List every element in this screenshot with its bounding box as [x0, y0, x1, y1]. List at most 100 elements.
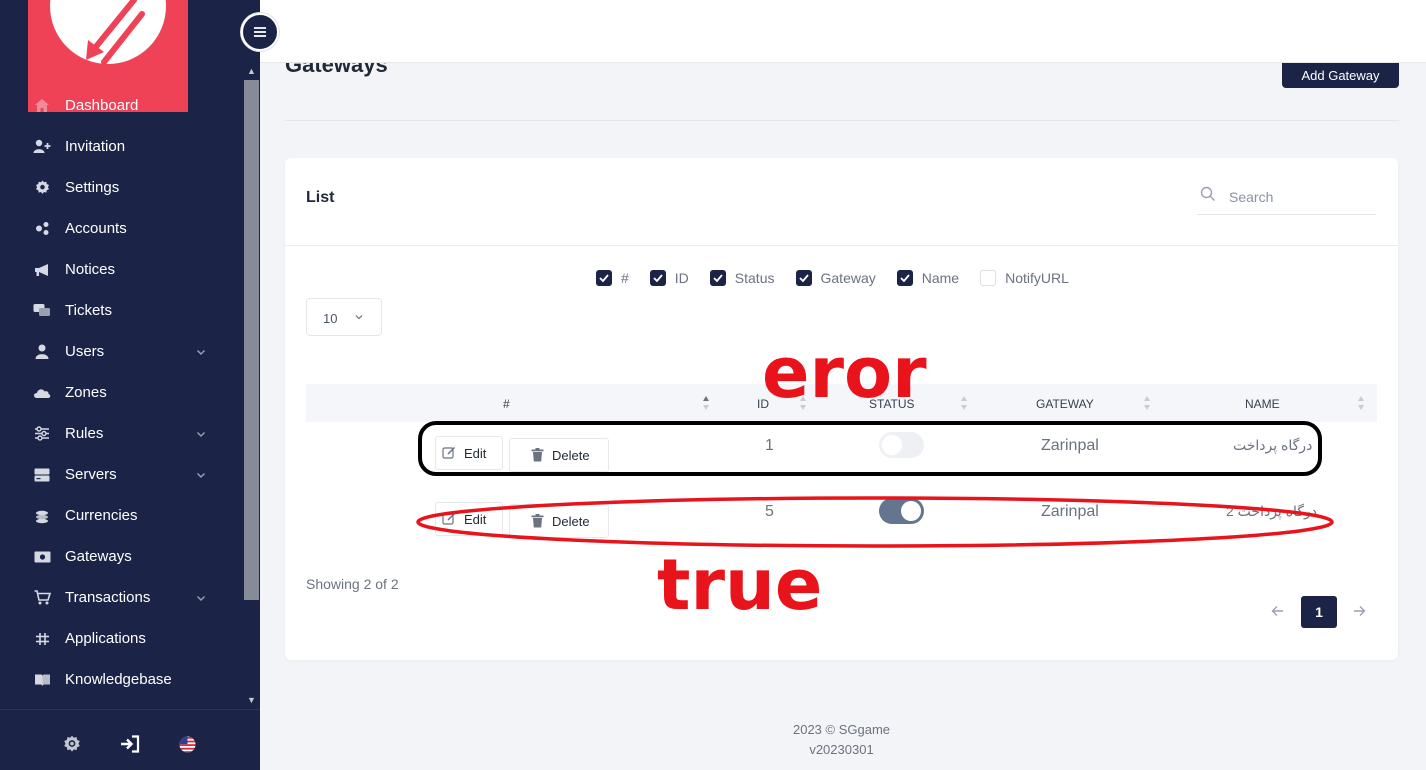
sidebar-item-label: Servers: [65, 466, 117, 483]
gear-icon: [33, 179, 51, 197]
column-toggles: # ID Status Gateway Name NotifyURL: [596, 268, 1090, 288]
delete-label: Delete: [552, 447, 590, 463]
sidebar-item-applications[interactable]: Applications: [0, 618, 243, 659]
column-toggle-label: Name: [921, 270, 960, 286]
check-icon: [599, 274, 609, 282]
sidebar-item-label: Notices: [65, 261, 116, 278]
cell-id: 5: [765, 503, 774, 520]
sidebar-item-zones[interactable]: Zones: [0, 372, 243, 413]
sidebar-item-label: Transactions: [65, 589, 151, 606]
sidebar-item-label: Tickets: [65, 302, 112, 319]
page-button-current[interactable]: 1: [1301, 596, 1337, 628]
scroll-up-arrow-icon[interactable]: ▲: [244, 63, 259, 79]
scroll-down-arrow-icon[interactable]: ▼: [244, 692, 259, 708]
sidebar-item-users[interactable]: Users: [0, 331, 243, 372]
us-flag-icon[interactable]: [179, 736, 196, 753]
column-header-gateway[interactable]: GATEWAY: [1036, 397, 1094, 411]
search-input[interactable]: [1229, 184, 1374, 210]
checkbox-checked[interactable]: [649, 270, 666, 286]
arrow-left-icon[interactable]: [1271, 604, 1285, 618]
footer-version: v20230301: [809, 742, 874, 757]
book-icon: [33, 671, 51, 689]
switch-knob: [901, 501, 921, 521]
sidebar-item-transactions[interactable]: Transactions: [0, 577, 243, 618]
column-toggle-name[interactable]: Name: [896, 270, 960, 286]
column-toggle-label: NotifyURL: [1005, 270, 1069, 286]
search-box: [1197, 182, 1376, 215]
status-switch-on[interactable]: [879, 498, 924, 524]
card-header: List: [285, 158, 1398, 246]
sidebar-item-label: Dashboard: [65, 97, 139, 114]
accounts-icon: [33, 220, 51, 238]
sidebar-item-gateways[interactable]: Gateways: [0, 536, 243, 577]
edit-icon: [442, 512, 456, 525]
delete-button[interactable]: Delete: [509, 438, 609, 472]
column-toggle-status[interactable]: Status: [709, 270, 775, 286]
card-title: List: [306, 189, 335, 206]
showing-count: Showing 2 of 2: [306, 576, 399, 592]
checkbox-unchecked[interactable]: [980, 270, 997, 286]
chevron-down-icon[interactable]: [194, 345, 208, 359]
column-toggle-gateway[interactable]: Gateway: [795, 270, 876, 286]
sign-in-icon[interactable]: [120, 735, 140, 753]
checkbox-checked[interactable]: [896, 270, 913, 286]
sidebar-item-invitation[interactable]: Invitation: [0, 126, 243, 167]
sidebar-item-tickets[interactable]: Tickets: [0, 290, 243, 331]
sort-icon[interactable]: [1143, 395, 1151, 411]
sidebar-item-servers[interactable]: Servers: [0, 454, 243, 495]
sidebar-item-label: Rules: [65, 425, 104, 442]
sidebar: ▲ ▼ Dashboard Invitation Settings Accoun…: [0, 0, 260, 770]
cart-icon: [33, 589, 51, 607]
sidebar-item-label: Invitation: [65, 138, 126, 155]
column-header-num[interactable]: #: [503, 397, 510, 411]
sort-icon[interactable]: [960, 395, 968, 411]
sidebar-item-rules[interactable]: Rules: [0, 413, 243, 454]
sidebar-item-accounts[interactable]: Accounts: [0, 208, 243, 249]
add-gateway-button[interactable]: Add Gateway: [1282, 63, 1399, 88]
true-annotation-label: true: [657, 544, 823, 626]
column-toggle-id[interactable]: ID: [649, 270, 689, 286]
sidebar-item-notices[interactable]: Notices: [0, 249, 243, 290]
checkbox-checked[interactable]: [596, 270, 612, 286]
sidebar-item-currencies[interactable]: Currencies: [0, 495, 243, 536]
sort-icon[interactable]: [702, 395, 710, 411]
page-size-select[interactable]: 10: [306, 298, 382, 336]
check-icon: [900, 274, 910, 282]
status-switch-off[interactable]: [879, 432, 924, 458]
column-header-name[interactable]: NAME: [1245, 397, 1280, 411]
check-icon: [798, 274, 809, 282]
cell-gateway: Zarinpal: [1041, 503, 1099, 520]
checkbox-checked[interactable]: [709, 270, 726, 286]
column-toggle-notifyurl[interactable]: NotifyURL: [980, 270, 1069, 286]
delete-label: Delete: [552, 513, 590, 529]
cloud-icon: [33, 384, 51, 402]
gear-icon[interactable]: [63, 735, 81, 753]
chat-icon: [33, 302, 51, 320]
user-icon: [33, 343, 51, 361]
sidebar-item-label: Gateways: [65, 548, 132, 565]
chevron-down-icon: [355, 315, 363, 320]
sidebar-item-dashboard[interactable]: Dashboard: [0, 85, 243, 126]
home-icon: [33, 97, 51, 115]
header-divider: [285, 120, 1399, 121]
sort-icon[interactable]: [1357, 395, 1365, 411]
chevron-down-icon[interactable]: [194, 591, 208, 605]
edit-icon: [442, 446, 456, 459]
checkbox-checked[interactable]: [795, 270, 812, 286]
edit-button[interactable]: Edit: [435, 436, 503, 470]
error-annotation-label: eror: [762, 332, 927, 414]
chevron-down-icon[interactable]: [194, 427, 208, 441]
sidebar-item-knowledgebase[interactable]: Knowledgebase: [0, 659, 243, 700]
edit-button[interactable]: Edit: [435, 502, 503, 536]
delete-button[interactable]: Delete: [509, 504, 609, 538]
sidebar-item-settings[interactable]: Settings: [0, 167, 243, 208]
menu-toggle-button[interactable]: [241, 13, 279, 51]
column-toggle-num[interactable]: #: [596, 270, 629, 286]
arrow-right-icon[interactable]: [1352, 604, 1366, 618]
column-toggle-label: Status: [734, 270, 775, 286]
page-title: Gateways: [285, 63, 388, 77]
sidebar-item-label: Users: [65, 343, 105, 360]
chevron-down-icon[interactable]: [194, 468, 208, 482]
sidebar-scrollbar-thumb[interactable]: [244, 80, 259, 600]
cell-id: 1: [765, 437, 774, 454]
